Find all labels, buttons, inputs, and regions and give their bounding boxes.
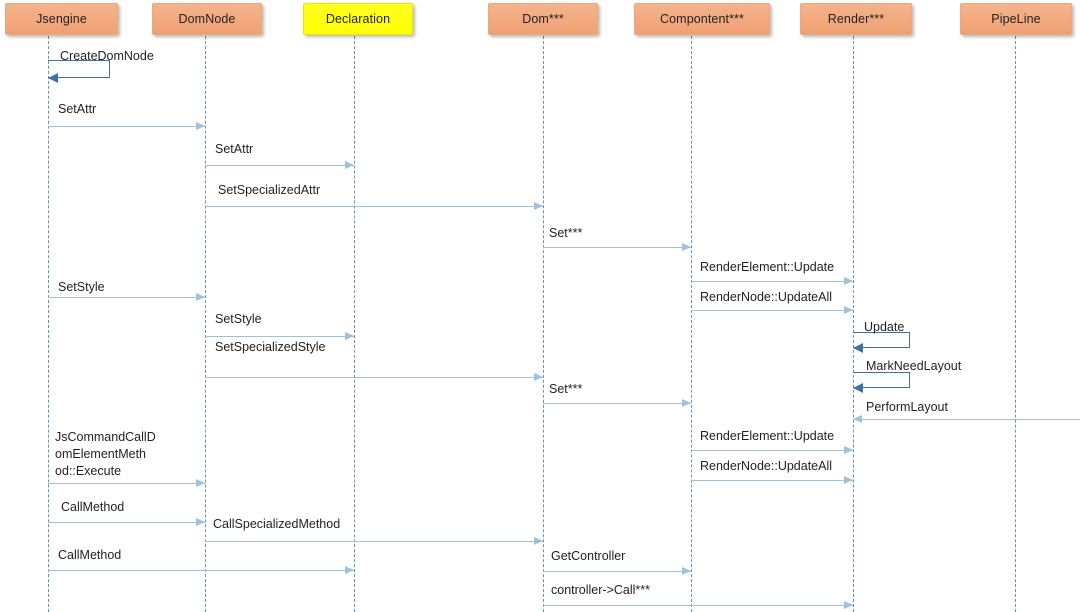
message-label-m19: CallSpecializedMethod: [213, 517, 341, 531]
arrowhead-m20: [345, 566, 354, 574]
arrowhead-m13: [682, 399, 691, 407]
message-line-m15[interactable]: [691, 450, 853, 451]
message-label-m01: CreateDomNode: [60, 49, 154, 63]
participant-compontent[interactable]: Compontent***: [634, 3, 770, 35]
message-line-m05[interactable]: [543, 247, 691, 248]
lifeline-pipeline: [1015, 36, 1016, 612]
message-label-m04: SetSpecializedAttr: [218, 183, 321, 197]
arrowhead-m14: [853, 415, 862, 423]
message-label-m06: RenderElement::Update: [700, 260, 835, 274]
message-line-m13[interactable]: [543, 403, 691, 404]
participant-label-compontent: Compontent***: [660, 12, 744, 26]
message-line-m19[interactable]: [205, 541, 543, 542]
arrowhead-m19: [534, 537, 543, 545]
message-label-m20: CallMethod: [58, 548, 122, 562]
participant-label-dom: Dom***: [522, 12, 564, 26]
message-label-m13: Set***: [549, 382, 583, 396]
arrowhead-m15: [844, 446, 853, 454]
participant-domnode[interactable]: DomNode: [152, 3, 262, 35]
message-line-m22[interactable]: [543, 605, 853, 606]
lifeline-compontent: [691, 36, 692, 612]
lifeline-domnode: [205, 36, 206, 612]
message-label-m15: RenderElement::Update: [700, 429, 835, 443]
arrowhead-m07: [844, 306, 853, 314]
participant-label-jsengine: Jsengine: [36, 12, 87, 26]
message-line-m11[interactable]: [205, 377, 543, 378]
arrowhead-m12: [853, 383, 863, 393]
message-line-m07[interactable]: [691, 310, 853, 311]
arrowhead-m16: [844, 476, 853, 484]
message-line-m02[interactable]: [48, 126, 205, 127]
sequence-diagram-canvas: CreateDomNode SetAttr SetAttr SetSpecialize…: [0, 0, 1080, 612]
message-line-m21[interactable]: [543, 571, 691, 572]
message-label-m12: MarkNeedLayout: [866, 359, 962, 373]
message-label-m07: RenderNode::UpdateAll: [700, 290, 833, 304]
message-label-m08: SetStyle: [58, 280, 105, 294]
arrowhead-m05: [682, 243, 691, 251]
message-label-m22: controller->Call***: [551, 583, 650, 597]
participant-pipeline[interactable]: PipeLine: [960, 3, 1072, 35]
message-label-m14: PerformLayout: [866, 400, 948, 414]
message-line-m17[interactable]: [48, 483, 205, 484]
arrowhead-m11: [534, 373, 543, 381]
message-line-m06[interactable]: [691, 281, 853, 282]
message-label-m21: GetController: [551, 549, 626, 563]
message-label-m16: RenderNode::UpdateAll: [700, 459, 833, 473]
message-label-m05: Set***: [549, 226, 583, 240]
participant-label-domnode: DomNode: [178, 12, 236, 26]
arrowhead-m09: [345, 332, 354, 340]
lifeline-declaration: [354, 36, 355, 612]
arrowhead-m03: [345, 161, 354, 169]
lifeline-dom: [543, 36, 544, 612]
arrowhead-m10: [853, 343, 863, 353]
participant-label-declaration: Declaration: [325, 12, 391, 26]
participant-jsengine[interactable]: Jsengine: [5, 3, 118, 35]
lifeline-jsengine: [48, 36, 49, 612]
arrowhead-m08: [196, 293, 205, 301]
participant-dom[interactable]: Dom***: [488, 3, 598, 35]
message-line-m03[interactable]: [205, 165, 354, 166]
participant-declaration[interactable]: Declaration: [303, 3, 413, 35]
arrowhead-m06: [844, 277, 853, 285]
arrowhead-m18: [196, 518, 205, 526]
arrowhead-m04: [534, 202, 543, 210]
arrowhead-m21: [682, 567, 691, 575]
message-label-m02: SetAttr: [58, 102, 97, 116]
message-label-m09: SetStyle: [215, 312, 262, 326]
participant-label-pipeline: PipeLine: [991, 12, 1041, 26]
message-line-m08[interactable]: [48, 297, 205, 298]
message-line-m18[interactable]: [48, 522, 205, 523]
message-line-m09[interactable]: [205, 336, 354, 337]
participant-render[interactable]: Render***: [800, 3, 912, 35]
message-label-m18: CallMethod: [61, 500, 125, 514]
message-label-m03: SetAttr: [215, 142, 254, 156]
message-label-m17: JsCommandCallD omElementMeth od::Execute: [55, 430, 156, 478]
message-line-m14[interactable]: [853, 419, 1080, 420]
lifeline-render: [853, 36, 854, 612]
participant-label-render: Render***: [827, 12, 885, 26]
arrowhead-m01: [48, 73, 58, 83]
message-label-m10: Update: [864, 320, 905, 334]
message-line-m16[interactable]: [691, 480, 853, 481]
arrowhead-m17: [196, 479, 205, 487]
message-line-m20[interactable]: [48, 570, 354, 571]
arrowhead-m22: [844, 601, 853, 609]
arrowhead-m02: [196, 122, 205, 130]
message-line-m04[interactable]: [205, 206, 543, 207]
message-label-m11: SetSpecializedStyle: [215, 340, 326, 354]
